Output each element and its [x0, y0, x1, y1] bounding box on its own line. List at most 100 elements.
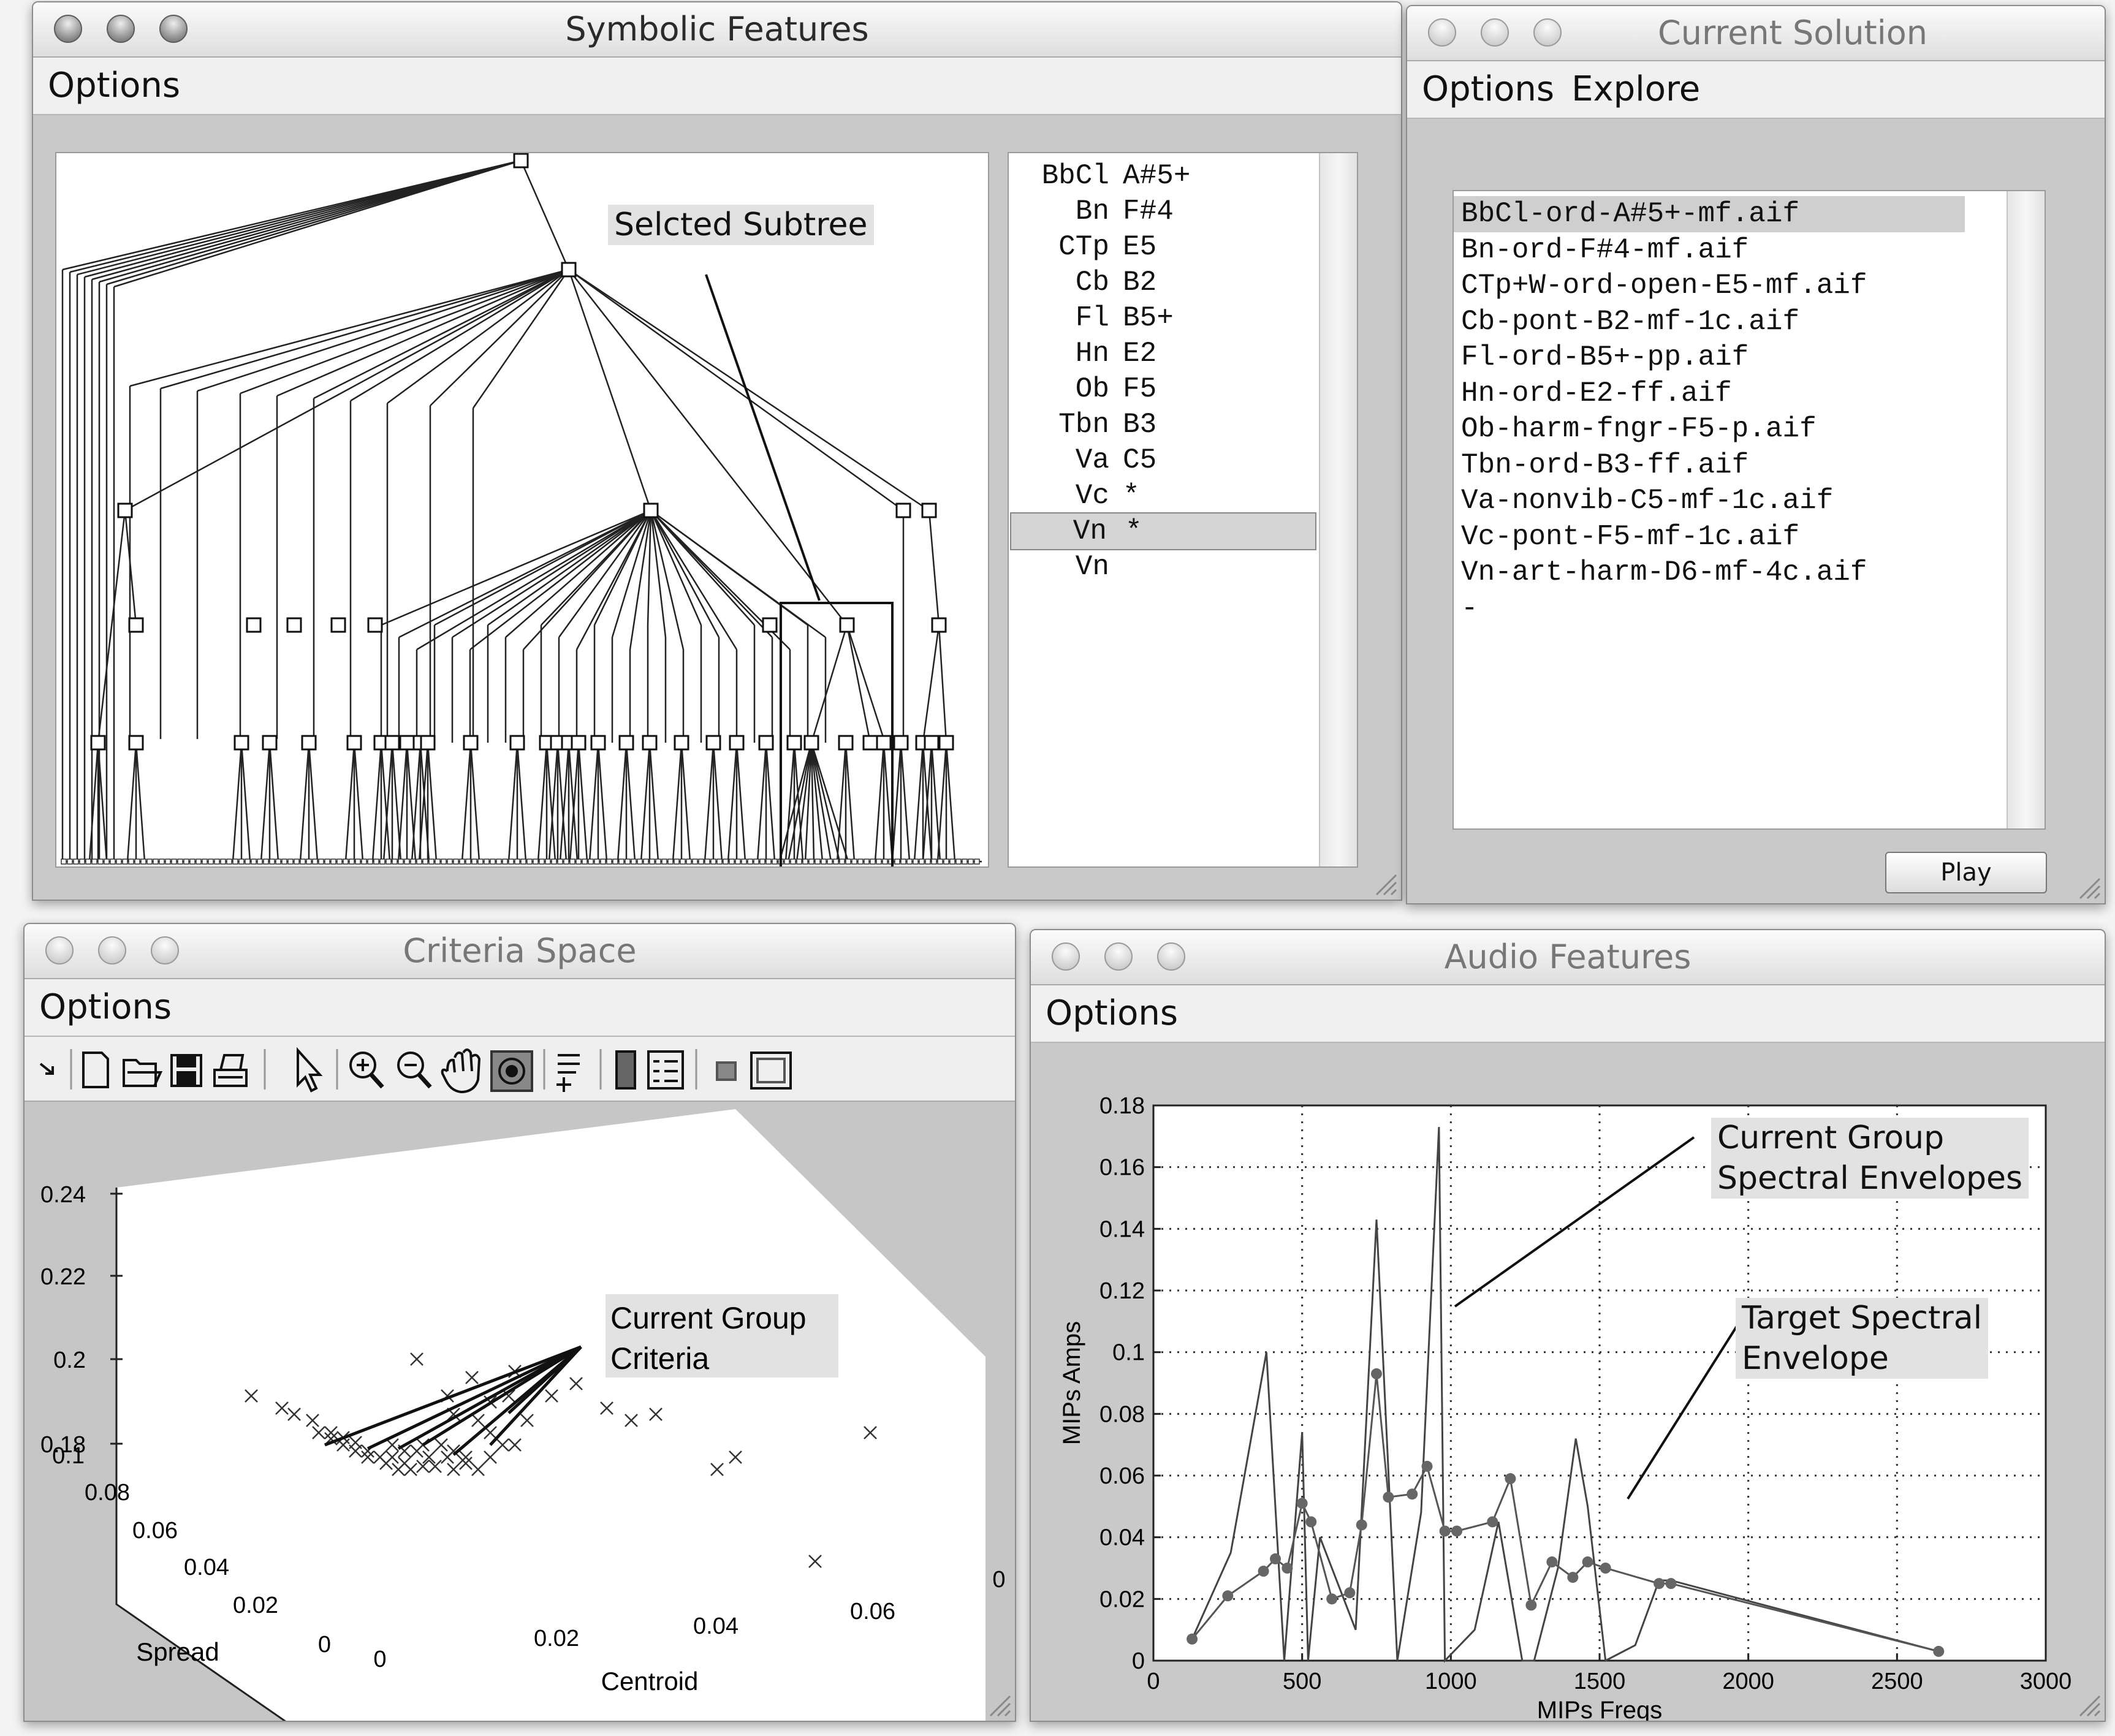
series-point[interactable]: [1546, 1556, 1558, 1567]
series-point[interactable]: [1451, 1525, 1463, 1537]
solution-file-item[interactable]: Fl-ord-B5+-pp.aif: [1454, 339, 2008, 376]
solution-file-item[interactable]: Vn-art-harm-D6-mf-4c.aif: [1454, 555, 2008, 591]
tree-node[interactable]: [938, 735, 954, 751]
instrument-row[interactable]: CTp E5: [1009, 229, 1318, 265]
criteria-titlebar[interactable]: Criteria Space: [25, 924, 1015, 979]
tree-node[interactable]: [90, 735, 106, 751]
series-point[interactable]: [1567, 1572, 1579, 1583]
series-point[interactable]: [1600, 1563, 1611, 1574]
instrument-row[interactable]: Cb B2: [1009, 265, 1318, 300]
menu-options[interactable]: Options: [1046, 985, 1178, 1042]
resize-grip-icon[interactable]: [984, 1690, 1011, 1717]
instrument-list-panel[interactable]: BbCl A#5+ Bn F#4 CTp E5 Cb B2 Fl B5+ Hn E2 Ob F5 Tbn B3…: [1008, 152, 1358, 868]
tree-node[interactable]: [384, 735, 400, 751]
solution-file-list-panel[interactable]: BbCl-ord-A#5+-mf.aif Bn-ord-F#4-mf.aif CTp…: [1452, 190, 2046, 830]
series-point[interactable]: [1439, 1525, 1451, 1537]
tree-node[interactable]: [128, 617, 144, 633]
series-point[interactable]: [1582, 1556, 1593, 1567]
series-point[interactable]: [1525, 1599, 1537, 1611]
colorbar-icon[interactable]: [615, 1050, 636, 1090]
solution-file-item[interactable]: Vc-pont-F5-mf-1c.aif: [1454, 519, 2008, 555]
instrument-row[interactable]: Vc *: [1009, 478, 1318, 514]
instrument-row[interactable]: Hn E2: [1009, 336, 1318, 371]
instrument-row[interactable]: Bn F#4: [1009, 194, 1318, 229]
arrow-icon[interactable]: [39, 1063, 54, 1075]
tree-node[interactable]: [367, 617, 383, 633]
series-point[interactable]: [1654, 1578, 1665, 1590]
audio-titlebar[interactable]: Audio Features: [1031, 930, 2105, 985]
tree-node[interactable]: [262, 735, 278, 751]
series-point[interactable]: [1371, 1368, 1382, 1379]
tree-node[interactable]: [803, 735, 819, 751]
tree-node[interactable]: [571, 735, 587, 751]
series-point[interactable]: [1187, 1633, 1198, 1645]
tree-node[interactable]: [346, 735, 362, 751]
symbolic-titlebar[interactable]: Symbolic Features: [33, 2, 1401, 58]
tree-node[interactable]: [117, 502, 133, 518]
resize-grip-icon[interactable]: [1370, 869, 1397, 896]
tree-node[interactable]: [921, 502, 937, 518]
series-point[interactable]: [1421, 1460, 1433, 1472]
open-folder-icon[interactable]: [123, 1059, 163, 1087]
show-plot-tools-icon[interactable]: [750, 1052, 792, 1090]
hide-plot-tools-icon[interactable]: [716, 1061, 737, 1081]
resize-grip-icon[interactable]: [2074, 873, 2101, 900]
instrument-row[interactable]: Ob F5: [1009, 371, 1318, 407]
tree-node[interactable]: [463, 735, 479, 751]
subtree-view[interactable]: Selcted Subtree: [55, 152, 989, 868]
tree-node[interactable]: [513, 153, 529, 169]
selected-subtree-box[interactable]: [780, 602, 894, 866]
solution-file-item[interactable]: Hn-ord-E2-ff.aif: [1454, 376, 2008, 412]
tree-node[interactable]: [642, 735, 658, 751]
criteria-3d-plot[interactable]: 0.240.220.20.180.10.080.060.040.02000.02…: [25, 1102, 1015, 1721]
solution-file-list[interactable]: BbCl-ord-A#5+-mf.aif Bn-ord-F#4-mf.aif CTp…: [1454, 196, 2008, 626]
tree-node[interactable]: [876, 735, 892, 751]
instrument-row[interactable]: Vn: [1009, 549, 1318, 585]
tree-node[interactable]: [931, 617, 947, 633]
series-point[interactable]: [1326, 1593, 1338, 1605]
solution-file-item[interactable]: -: [1454, 591, 2008, 627]
pan-hand-icon[interactable]: [441, 1048, 481, 1094]
instrument-row[interactable]: Va C5: [1009, 442, 1318, 478]
tree-node[interactable]: [729, 735, 745, 751]
tree-node[interactable]: [246, 617, 262, 633]
solution-file-item[interactable]: Ob-harm-fngr-F5-p.aif: [1454, 411, 2008, 447]
tree-node[interactable]: [924, 735, 940, 751]
series-point[interactable]: [1487, 1516, 1498, 1528]
instrument-row[interactable]: Fl B5+: [1009, 300, 1318, 336]
tree-node[interactable]: [786, 735, 802, 751]
instrument-row[interactable]: Vn *: [1010, 512, 1316, 550]
solution-file-item[interactable]: CTp+W-ord-open-E5-mf.aif: [1454, 268, 2008, 304]
menu-options[interactable]: Options: [48, 58, 180, 114]
series-point[interactable]: [1356, 1519, 1367, 1531]
tree-node[interactable]: [895, 502, 911, 518]
new-file-icon[interactable]: [82, 1052, 109, 1088]
instrument-list-scrollbar[interactable]: [1319, 153, 1357, 866]
zoom-in-icon[interactable]: [349, 1052, 384, 1089]
data-cursor-icon[interactable]: [556, 1054, 580, 1092]
legend-icon[interactable]: [647, 1050, 684, 1090]
series-point[interactable]: [1665, 1578, 1677, 1590]
solution-file-item[interactable]: Bn-ord-F#4-mf.aif: [1454, 232, 2008, 268]
tree-node[interactable]: [862, 735, 878, 751]
series-point[interactable]: [1269, 1553, 1281, 1564]
tree-node[interactable]: [839, 617, 855, 633]
solution-titlebar[interactable]: Current Solution: [1407, 6, 2105, 61]
print-icon[interactable]: [213, 1054, 248, 1087]
tree-node[interactable]: [561, 262, 577, 278]
instrument-row[interactable]: Tbn B3: [1009, 407, 1318, 442]
tree-node[interactable]: [330, 617, 346, 633]
tree-node[interactable]: [674, 735, 689, 751]
solution-file-item[interactable]: Cb-pont-B2-mf-1c.aif: [1454, 304, 2008, 340]
series-point[interactable]: [1505, 1473, 1516, 1485]
save-icon[interactable]: [170, 1054, 202, 1087]
tree-node[interactable]: [758, 735, 774, 751]
solution-file-item[interactable]: BbCl-ord-A#5+-mf.aif: [1454, 196, 1965, 232]
tree-node[interactable]: [286, 617, 302, 633]
tree-node[interactable]: [762, 617, 778, 633]
solution-file-item[interactable]: Tbn-ord-B3-ff.aif: [1454, 447, 2008, 483]
series-point[interactable]: [1933, 1645, 1945, 1657]
series-point[interactable]: [1305, 1516, 1317, 1528]
tree-node[interactable]: [838, 735, 854, 751]
tree-node[interactable]: [590, 735, 606, 751]
